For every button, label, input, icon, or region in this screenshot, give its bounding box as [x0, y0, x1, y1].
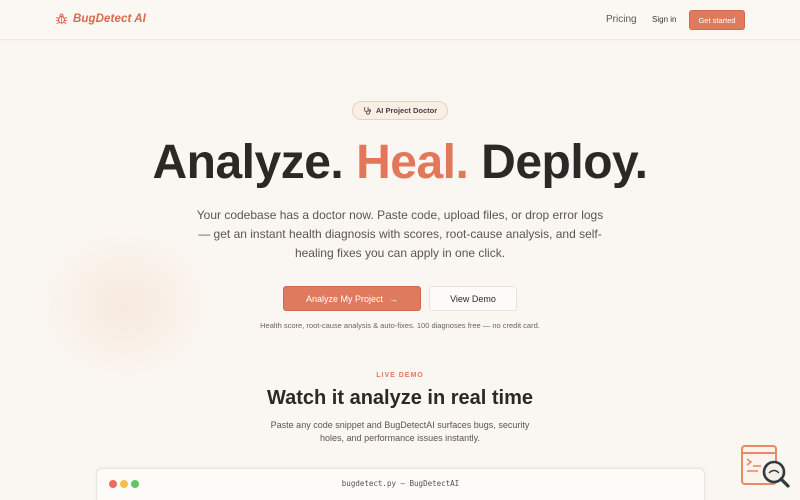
badge-label: AI Project Doctor	[375, 106, 438, 115]
get-started-button[interactable]: Get started	[689, 10, 745, 30]
stethoscope-icon	[364, 107, 371, 115]
code-search-widget[interactable]	[740, 444, 792, 490]
window-title: bugdetect.py — BugDetectAI	[341, 479, 460, 488]
hero-title-analyze: Analyze.	[152, 136, 344, 189]
code-search-icon	[741, 445, 790, 488]
brand-name: BugDetect AI	[73, 12, 146, 25]
demo-title: Watch it analyze in real time	[266, 387, 533, 409]
ai-project-doctor-badge: AI Project Doctor	[352, 101, 448, 120]
background-glow	[40, 230, 210, 380]
hero-title: Analyze. Heal. Deploy.	[0, 134, 800, 192]
nav-link-pricing[interactable]: Pricing	[606, 14, 637, 25]
brand-logo[interactable]: BugDetect AI	[55, 12, 146, 25]
demo-subtitle: Paste any code snippet and BugDetectAI s…	[270, 420, 530, 443]
nav-link-signin[interactable]: Sign in	[652, 15, 676, 24]
hero-title-heal: Heal.	[356, 136, 469, 189]
demo-kicker: LIVE DEMO	[376, 372, 424, 379]
arrow-right-icon: →	[389, 293, 399, 304]
hero-note: Health score, root-cause analysis & auto…	[260, 321, 540, 330]
hero-subtitle: Your codebase has a doctor now. Paste co…	[196, 208, 604, 260]
analyze-my-project-button[interactable]: Analyze My Project →	[283, 286, 421, 311]
bug-icon	[55, 13, 68, 25]
view-demo-button[interactable]: View Demo	[429, 286, 517, 311]
analyze-button-label: Analyze My Project	[305, 293, 384, 304]
top-navbar: BugDetect AI Pricing Sign in Get started	[0, 0, 800, 40]
hero-title-deploy: Deploy.	[481, 136, 648, 189]
demo-code-window: bugdetect.py — BugDetectAI	[96, 468, 705, 500]
